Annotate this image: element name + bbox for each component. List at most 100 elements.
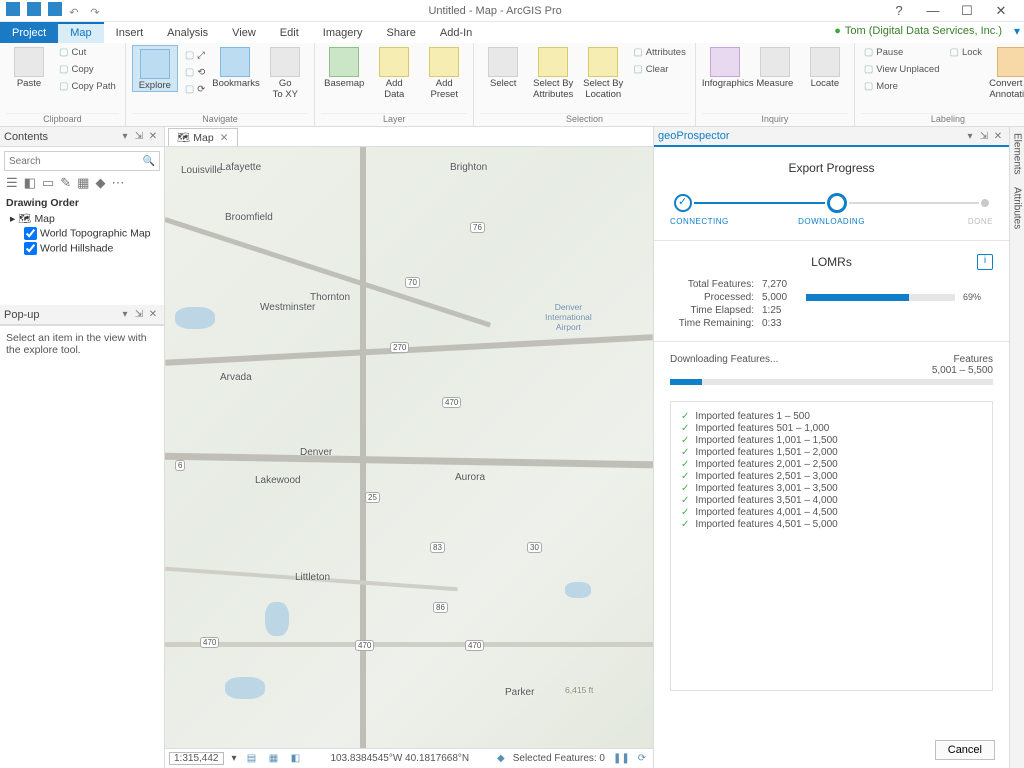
status-pause-icon[interactable]: ❚❚ bbox=[613, 753, 627, 764]
tab-insert[interactable]: Insert bbox=[104, 22, 156, 43]
map-canvas[interactable]: Louisville Lafayette Brighton Broomfield… bbox=[165, 147, 653, 748]
basemap-button[interactable]: Basemap bbox=[321, 45, 367, 89]
qat-open-icon[interactable] bbox=[27, 2, 41, 16]
scale-dropdown-icon[interactable]: ▾ bbox=[232, 753, 237, 764]
list-snapping-icon[interactable]: ▦ bbox=[77, 175, 89, 191]
list-more-icon[interactable]: ⋯ bbox=[111, 175, 124, 191]
total-features-value: 7,270 bbox=[762, 279, 806, 290]
step-connecting-node bbox=[674, 194, 692, 212]
log-row: Imported features 2,501 – 3,000 bbox=[681, 471, 982, 482]
minimize-button[interactable]: — bbox=[916, 3, 950, 18]
search-icon[interactable]: 🔍 bbox=[143, 156, 155, 167]
clear-selection-button[interactable]: Clear bbox=[630, 62, 689, 78]
select-by-attr-button[interactable]: Select By Attributes bbox=[530, 45, 576, 100]
select-by-loc-button[interactable]: Select By Location bbox=[580, 45, 626, 100]
map-scale[interactable]: 1:315,442 bbox=[169, 752, 224, 765]
qat-save-icon[interactable] bbox=[48, 2, 62, 16]
contents-search[interactable]: 🔍 bbox=[4, 151, 160, 171]
label-westminster: Westminster bbox=[260, 302, 315, 313]
contents-close-icon[interactable]: ✕ bbox=[146, 131, 160, 142]
copy-button[interactable]: Copy bbox=[56, 62, 119, 78]
tree-map-root[interactable]: ▸ 🗺 Map bbox=[0, 211, 164, 226]
export-progress-title: Export Progress bbox=[670, 161, 993, 175]
convert-annotation-button[interactable]: Convert To Annotation bbox=[989, 45, 1024, 100]
label-elev: 6,415 ft bbox=[565, 685, 593, 695]
tab-view[interactable]: View bbox=[220, 22, 268, 43]
list-drawing-order-icon[interactable]: ☰ bbox=[6, 175, 18, 191]
select-button[interactable]: Select bbox=[480, 45, 526, 89]
maximize-button[interactable]: ☐ bbox=[950, 3, 984, 19]
popup-close-icon[interactable]: ✕ bbox=[146, 309, 160, 320]
log-row: Imported features 4,001 – 4,500 bbox=[681, 507, 982, 518]
list-editing-icon[interactable]: ✎ bbox=[60, 175, 71, 191]
search-input[interactable] bbox=[9, 156, 143, 167]
labeling-more-button[interactable]: More bbox=[861, 79, 943, 95]
copy-path-button[interactable]: Copy Path bbox=[56, 79, 119, 95]
qat-redo-icon[interactable]: ↷ bbox=[90, 6, 104, 20]
lock-labels-button[interactable]: Lock bbox=[947, 45, 986, 61]
group-selection: Select Select By Attributes Select By Lo… bbox=[474, 43, 696, 126]
processed-bar bbox=[806, 294, 955, 301]
status-icon-3[interactable]: ◧ bbox=[289, 753, 303, 764]
close-button[interactable]: ✕ bbox=[984, 3, 1018, 19]
notification-icon[interactable]: ▾ bbox=[1010, 22, 1024, 43]
nav-next-extent-icon[interactable]: ⟳ bbox=[182, 82, 208, 98]
tab-share[interactable]: Share bbox=[375, 22, 428, 43]
cut-button[interactable]: Cut bbox=[56, 45, 119, 61]
attributes-button[interactable]: Attributes bbox=[630, 45, 689, 61]
paste-button[interactable]: Paste bbox=[6, 45, 52, 89]
gotoxy-button[interactable]: Go To XY bbox=[262, 45, 308, 100]
nav-full-extent-icon[interactable]: ⤢ bbox=[182, 48, 208, 64]
label-lakewood: Lakewood bbox=[255, 475, 301, 486]
layer-world-hillshade[interactable]: World Hillshade bbox=[0, 241, 164, 256]
pause-labels-button[interactable]: Pause bbox=[861, 45, 943, 61]
tab-edit[interactable]: Edit bbox=[268, 22, 311, 43]
layer-world-topo[interactable]: World Topographic Map bbox=[0, 226, 164, 241]
map-tab[interactable]: 🗺 Map✕ bbox=[168, 128, 238, 146]
list-labeling-icon[interactable]: ◆ bbox=[95, 175, 105, 191]
dataset-name: LOMRs bbox=[811, 255, 852, 269]
list-selection-icon[interactable]: ▭ bbox=[42, 175, 54, 191]
elapsed-value: 1:25 bbox=[762, 305, 806, 316]
rail-elements[interactable]: Elements bbox=[1012, 127, 1023, 181]
gp-menu-icon[interactable]: ▾ bbox=[963, 131, 977, 142]
tab-imagery[interactable]: Imagery bbox=[311, 22, 375, 43]
label-aurora: Aurora bbox=[455, 472, 485, 483]
infographics-button[interactable]: Infographics bbox=[702, 45, 748, 89]
step-downloading-label: DOWNLOADING bbox=[778, 217, 886, 226]
gp-pin-icon[interactable]: ⇲ bbox=[977, 131, 991, 142]
shield-i76: 76 bbox=[470, 222, 485, 233]
nav-prev-extent-icon[interactable]: ⟲ bbox=[182, 65, 208, 81]
qat-undo-icon[interactable]: ↶ bbox=[69, 6, 83, 20]
tab-map[interactable]: Map bbox=[58, 22, 103, 43]
status-icon-1[interactable]: ▤ bbox=[245, 753, 259, 764]
shield-sh470b: 470 bbox=[355, 640, 374, 651]
bookmarks-button[interactable]: Bookmarks bbox=[212, 45, 258, 89]
dataset-info-icon[interactable]: i bbox=[977, 254, 993, 270]
tab-analysis[interactable]: Analysis bbox=[155, 22, 220, 43]
tab-project[interactable]: Project bbox=[0, 22, 58, 43]
contents-pin-icon[interactable]: ⇲ bbox=[132, 131, 146, 142]
locate-button[interactable]: Locate bbox=[802, 45, 848, 89]
gp-close-icon[interactable]: ✕ bbox=[991, 131, 1005, 142]
contents-menu-icon[interactable]: ▾ bbox=[118, 131, 132, 142]
rail-attributes[interactable]: Attributes bbox=[1012, 181, 1023, 235]
add-preset-button[interactable]: Add Preset bbox=[421, 45, 467, 100]
map-status-bar: 1:315,442 ▾ ▤ ▦ ◧ 103.8384545°W 40.18176… bbox=[165, 748, 653, 768]
status-icon-2[interactable]: ▦ bbox=[267, 753, 281, 764]
cancel-button[interactable]: Cancel bbox=[935, 740, 995, 760]
explore-button[interactable]: Explore bbox=[132, 45, 178, 92]
tab-addin[interactable]: Add-In bbox=[428, 22, 484, 43]
map-tab-close-icon[interactable]: ✕ bbox=[220, 132, 229, 144]
add-data-button[interactable]: Add Data bbox=[371, 45, 417, 100]
popup-pin-icon[interactable]: ⇲ bbox=[132, 309, 146, 320]
help-icon[interactable]: ? bbox=[882, 3, 916, 18]
popup-menu-icon[interactable]: ▾ bbox=[118, 309, 132, 320]
list-source-icon[interactable]: ◧ bbox=[24, 175, 36, 191]
status-refresh-icon[interactable]: ⟳ bbox=[635, 753, 649, 764]
qat-new-icon[interactable] bbox=[6, 2, 20, 16]
label-arvada: Arvada bbox=[220, 372, 252, 383]
view-unplaced-button[interactable]: View Unplaced bbox=[861, 62, 943, 78]
user-label[interactable]: Tom (Digital Data Services, Inc.) bbox=[834, 22, 1010, 43]
measure-button[interactable]: Measure bbox=[752, 45, 798, 89]
